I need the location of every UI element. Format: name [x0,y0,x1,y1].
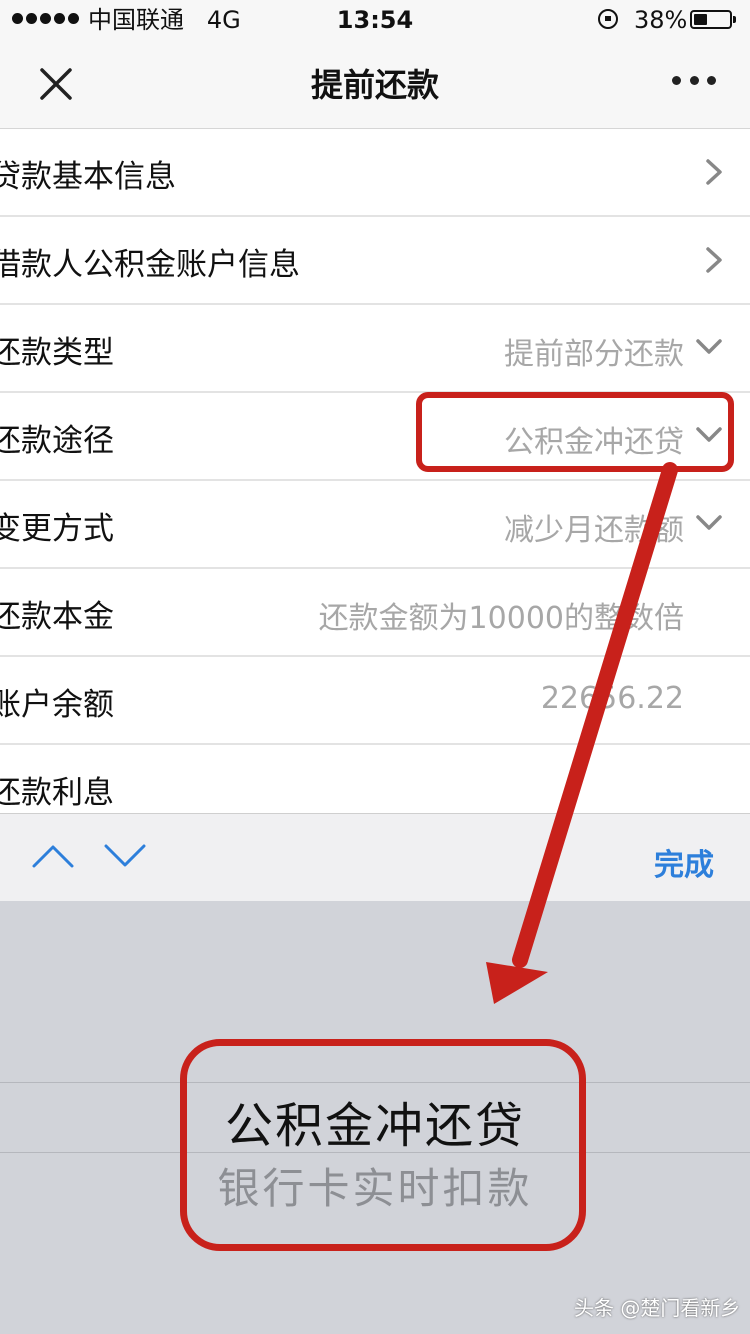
principal-input[interactable]: 还款金额为10000的整数倍 [319,593,684,637]
change-method-select[interactable]: 减少月还款额 [504,505,684,549]
nav-bar: 提前还款 [0,40,750,129]
row-label: 还款类型 [0,335,114,371]
row-label: 账户余额 [0,687,114,723]
row-loan-basic-info[interactable]: 贷款基本信息 [0,129,750,217]
row-repayment-principal[interactable]: 还款本金 还款金额为10000的整数倍 [0,569,750,657]
row-borrower-fund-account[interactable]: 借款人公积金账户信息 [0,217,750,305]
chevron-down-icon [696,515,722,530]
channel-picker[interactable]: 公积金冲还贷 银行卡实时扣款 [0,901,750,1334]
chevron-right-icon [706,247,722,273]
row-label: 还款利息 [0,775,114,811]
row-account-balance: 账户余额 22656.22 [0,657,750,745]
battery-percent: 38% [634,6,688,34]
battery-icon [690,10,736,29]
chevron-down-icon [696,339,722,354]
repayment-form: 贷款基本信息 借款人公积金账户信息 还款类型 提前部分还款 还款途径 公积金冲还… [0,129,750,833]
chevron-up-icon[interactable] [30,836,76,876]
page-title: 提前还款 [310,66,439,104]
chevron-down-icon[interactable] [102,836,148,876]
annotation-highlight-box [416,392,734,472]
done-button[interactable]: 完成 [654,840,714,884]
row-change-method[interactable]: 变更方式 减少月还款额 [0,481,750,569]
row-label: 还款本金 [0,599,114,635]
repayment-type-select[interactable]: 提前部分还款 [504,329,684,373]
row-label: 还款途径 [0,423,114,459]
row-label: 变更方式 [0,511,114,547]
picker-toolbar: 完成 [0,813,750,902]
annotation-highlight-box [180,1039,586,1251]
row-label: 贷款基本信息 [0,159,176,195]
more-icon[interactable] [672,76,716,90]
row-label: 借款人公积金账户信息 [0,247,300,283]
status-bar: 中国联通 4G 13:54 38% [0,0,750,40]
watermark: 头条 @楚门看新乡 [574,1296,741,1320]
rotation-lock-icon [598,9,618,29]
account-balance-value: 22656.22 [540,681,684,716]
row-repayment-type[interactable]: 还款类型 提前部分还款 [0,305,750,393]
chevron-right-icon [706,159,722,185]
